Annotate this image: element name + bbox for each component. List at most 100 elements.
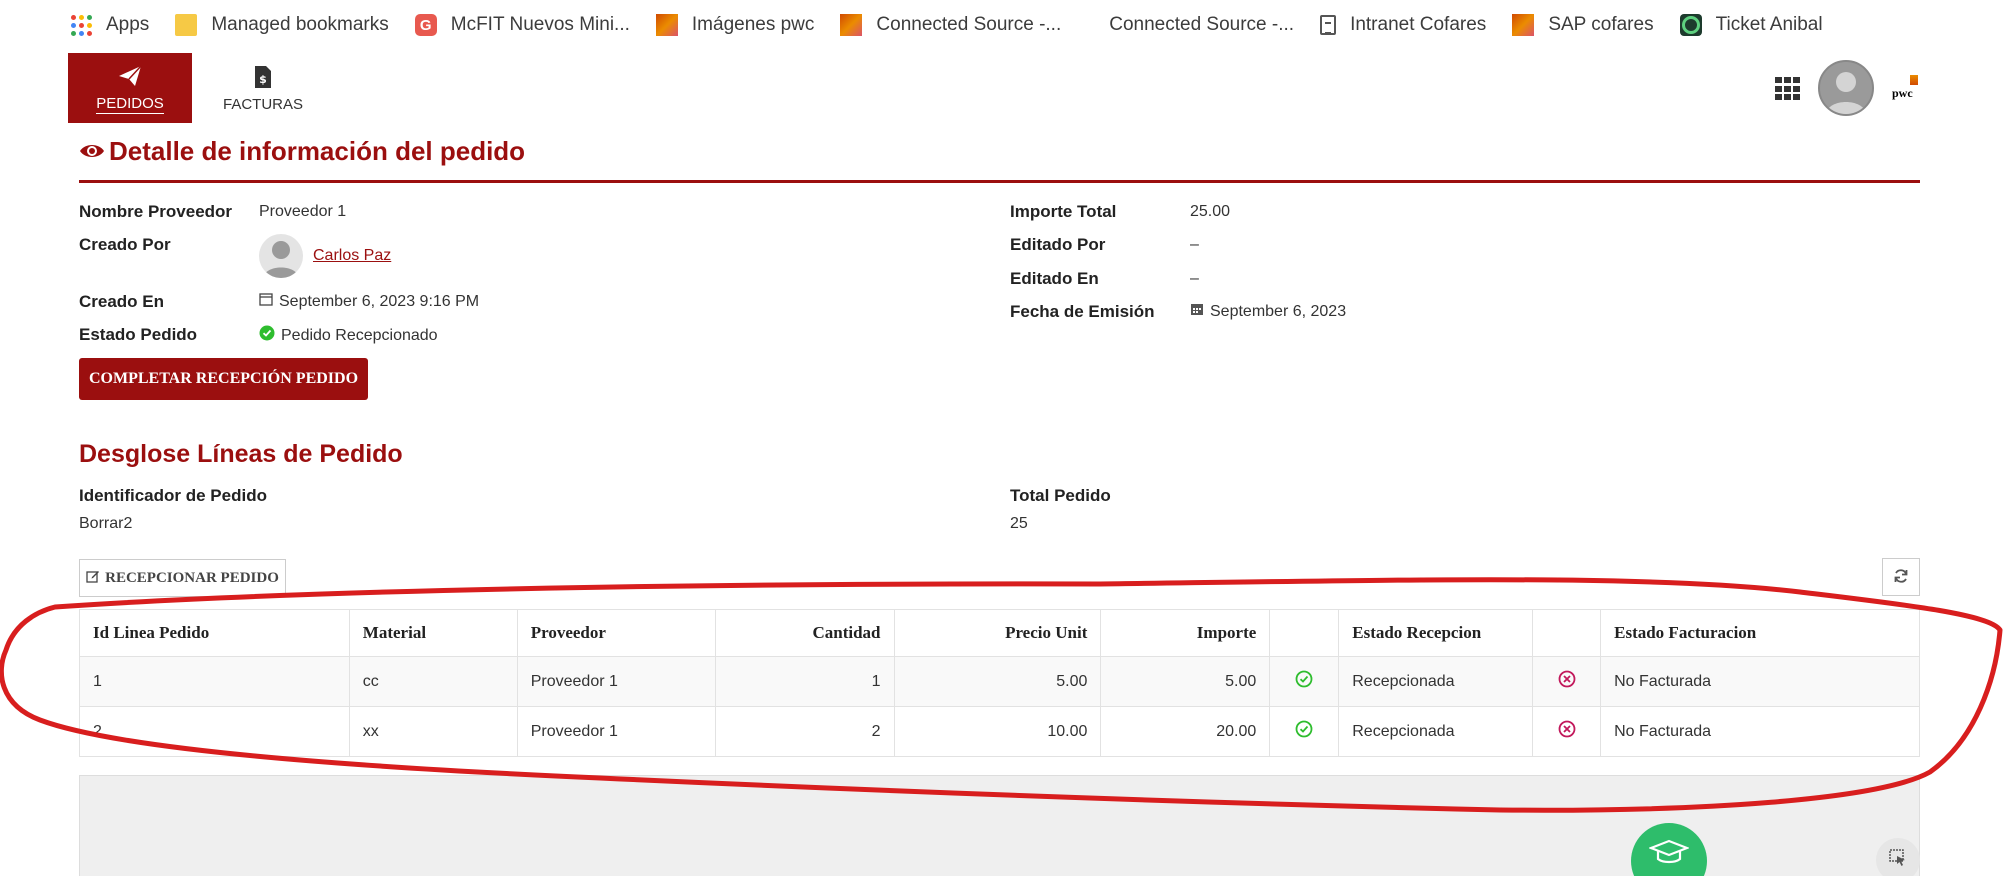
- bookmark-label: Apps: [106, 14, 150, 35]
- bookmark-managed[interactable]: Managed bookmarks: [175, 14, 389, 36]
- cell-material: cc: [348, 656, 518, 707]
- bookmark-intranet-cofares[interactable]: Intranet Cofares: [1320, 14, 1486, 36]
- cell-id: 1: [79, 656, 350, 707]
- column-header[interactable]: Material: [348, 609, 518, 657]
- bookmark-label: Ticket Anibal: [1715, 14, 1823, 35]
- bookmark-label: Imágenes pwc: [691, 14, 815, 35]
- editado-por-value: –: [1190, 236, 1199, 253]
- column-header[interactable]: Estado Facturacion: [1600, 609, 1920, 657]
- importe-value: 25.00: [1190, 203, 1231, 220]
- bookmark-label: Intranet Cofares: [1350, 14, 1487, 35]
- nav-facturas[interactable]: $ FACTURAS: [213, 53, 313, 123]
- creado-en-text: September 6, 2023 9:16 PM: [279, 292, 480, 310]
- nav-pedidos[interactable]: PEDIDOS: [68, 53, 192, 123]
- emision-text: September 6, 2023: [1210, 302, 1347, 320]
- pwc-icon: [655, 14, 678, 36]
- app-grid-icon[interactable]: [1775, 77, 1801, 101]
- importe-label: Importe Total: [1010, 202, 1117, 221]
- cell-cantidad: 1: [714, 656, 895, 707]
- creator-avatar: [259, 234, 303, 278]
- estado-text: Pedido Recepcionado: [281, 326, 438, 344]
- cell-id: 2: [79, 706, 350, 757]
- bookmark-connected-source-1[interactable]: Connected Source -...: [840, 14, 1061, 36]
- cell-material: xx: [348, 706, 518, 757]
- creator-link[interactable]: Carlos Paz: [313, 247, 391, 265]
- bookmark-apps[interactable]: Apps: [70, 14, 149, 36]
- receive-order-button[interactable]: RECEPCIONAR PEDIDO: [79, 559, 286, 597]
- creado-por-value: Carlos Paz: [259, 234, 391, 278]
- element-picker-button[interactable]: [1876, 838, 1920, 876]
- calendar-icon: [259, 292, 279, 311]
- invoice-icon: $: [254, 64, 272, 90]
- document-icon: [1320, 15, 1337, 35]
- cell-importe: 20.00: [1100, 706, 1271, 757]
- column-header[interactable]: Precio Unit: [893, 609, 1102, 657]
- cell-precio: 5.00: [893, 656, 1102, 707]
- ring-icon: [1679, 14, 1702, 36]
- bookmark-connected-source-2[interactable]: Connected Source -...: [1109, 14, 1294, 36]
- apps-icon: [70, 14, 92, 36]
- order-id-value: Borrar2: [79, 515, 133, 532]
- bookmark-imagenes-pwc[interactable]: Imágenes pwc: [655, 14, 815, 36]
- receive-order-label: RECEPCIONAR PEDIDO: [105, 569, 279, 586]
- edit-icon: [86, 569, 105, 588]
- bookmark-label: Managed bookmarks: [211, 14, 389, 35]
- paper-plane-icon: [118, 63, 142, 89]
- column-header: [1532, 609, 1602, 657]
- pwc-icon: [1512, 14, 1535, 36]
- refresh-icon: [1893, 568, 1909, 587]
- creado-en-label: Creado En: [79, 292, 165, 311]
- page-title-text: Detalle de información del pedido: [109, 136, 526, 166]
- table-row[interactable]: 1 cc Proveedor 1 1 5.00 5.00 Recepcionad…: [79, 656, 1920, 707]
- cell-cantidad: 2: [714, 706, 895, 757]
- cell-fact-icon: [1532, 656, 1602, 707]
- graduation-cap-icon: [1647, 839, 1691, 870]
- total-pedido-value: 25: [1010, 515, 1028, 532]
- cell-estado-recepcion: Recepcionada: [1338, 656, 1534, 707]
- pwc-logo: pwc: [1890, 75, 1920, 103]
- refresh-button[interactable]: [1882, 558, 1920, 596]
- editado-en-label: Editado En: [1010, 269, 1099, 288]
- x-circle-icon: [1558, 670, 1576, 692]
- bookmark-sap-cofares[interactable]: SAP cofares: [1512, 14, 1654, 36]
- proveedor-label: Nombre Proveedor: [79, 202, 233, 221]
- eye-icon: [79, 136, 105, 167]
- nav-facturas-label: FACTURAS: [222, 95, 303, 113]
- order-id-label: Identificador de Pedido: [79, 486, 267, 505]
- nav-pedidos-label: PEDIDOS: [96, 94, 164, 114]
- bookmark-label: SAP cofares: [1548, 14, 1654, 35]
- cell-importe: 5.00: [1100, 656, 1271, 707]
- column-header[interactable]: Proveedor: [516, 609, 716, 657]
- cell-estado-facturacion: No Facturada: [1600, 656, 1920, 707]
- calendar-icon: [1190, 302, 1210, 321]
- g-icon: G: [414, 14, 437, 36]
- svg-text:$: $: [259, 73, 267, 86]
- pwc-icon: [840, 14, 863, 36]
- cell-precio: 10.00: [893, 706, 1102, 757]
- order-lines-table: Id Linea Pedido Material Proveedor Canti…: [79, 609, 1920, 757]
- table-row[interactable]: 2 xx Proveedor 1 2 10.00 20.00 Recepcion…: [79, 706, 1920, 757]
- page-title: Detalle de información del pedido: [79, 136, 525, 167]
- cell-recep-icon: [1269, 656, 1340, 707]
- estado-value: Pedido Recepcionado: [259, 325, 438, 346]
- title-divider: [79, 180, 1920, 183]
- bookmark-ticket-anibal[interactable]: Ticket Anibal: [1679, 14, 1823, 36]
- editado-en-value: –: [1190, 270, 1199, 287]
- folder-icon: [175, 14, 198, 36]
- column-header[interactable]: Importe: [1100, 609, 1271, 657]
- total-pedido-label: Total Pedido: [1010, 486, 1111, 505]
- table-header-row: Id Linea Pedido Material Proveedor Canti…: [79, 609, 1920, 657]
- creado-por-label: Creado Por: [79, 235, 171, 254]
- column-header[interactable]: Cantidad: [714, 609, 895, 657]
- column-header: [1269, 609, 1340, 657]
- column-header[interactable]: Estado Recepcion: [1338, 609, 1534, 657]
- bookmark-mcfit[interactable]: G McFIT Nuevos Mini...: [414, 14, 630, 36]
- cell-proveedor: Proveedor 1: [516, 656, 716, 707]
- user-avatar[interactable]: [1818, 60, 1874, 116]
- bookmarks-bar: Apps Managed bookmarks G McFIT Nuevos Mi…: [0, 0, 2003, 50]
- complete-reception-button[interactable]: COMPLETAR RECEPCIÓN PEDIDO: [79, 358, 368, 400]
- top-nav: PEDIDOS $ FACTURAS pwc: [68, 53, 1920, 123]
- column-header[interactable]: Id Linea Pedido: [79, 609, 350, 657]
- section-title: Desglose Líneas de Pedido: [79, 440, 403, 468]
- check-circle-icon: [259, 325, 281, 346]
